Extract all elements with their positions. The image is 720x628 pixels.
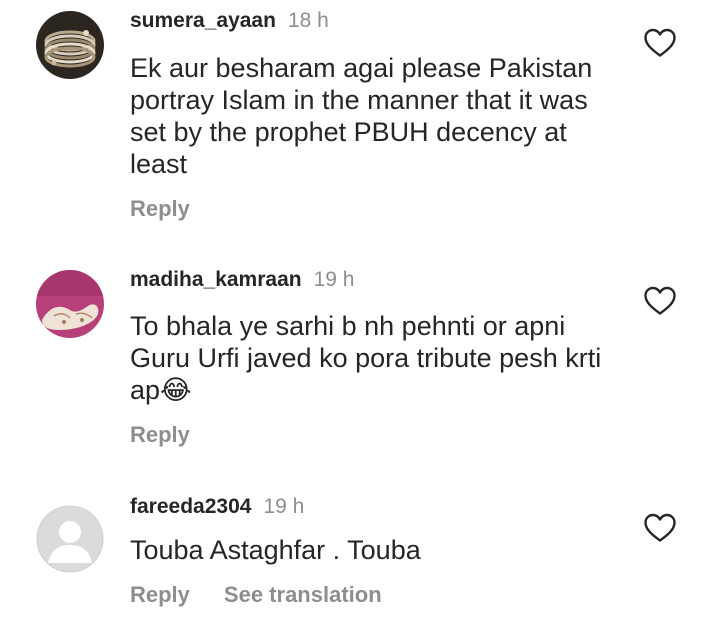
like-button[interactable]	[643, 286, 677, 316]
heart-outline-icon	[644, 513, 676, 542]
comment-actions: Reply	[130, 196, 190, 222]
henna-hands-avatar-icon	[36, 270, 104, 338]
timestamp: 19 h	[263, 495, 305, 518]
avatar[interactable]	[36, 505, 104, 573]
reply-button[interactable]: Reply	[130, 422, 190, 447]
heart-outline-icon	[644, 28, 676, 57]
username[interactable]: sumera_ayaan 18 h	[130, 9, 329, 33]
comment-text: To bhala ye sarhi b nh pehnti or apni Gu…	[130, 311, 602, 405]
avatar[interactable]	[36, 11, 104, 79]
username-text[interactable]: fareeda2304	[130, 495, 251, 518]
comment-text: Ek aur besharam agai please Pakistan por…	[130, 53, 593, 179]
username[interactable]: madiha_kamraan 19 h	[130, 268, 354, 292]
heart-outline-icon	[644, 286, 676, 315]
timestamp: 18 h	[287, 9, 329, 32]
like-button[interactable]	[643, 28, 677, 58]
default-avatar-icon	[36, 505, 104, 573]
see-translation-button[interactable]: See translation	[224, 582, 382, 607]
username[interactable]: fareeda2304 19 h	[130, 495, 304, 519]
username-text[interactable]: madiha_kamraan	[130, 268, 302, 291]
comment-actions: Reply See translation	[130, 582, 382, 608]
bangles-avatar-icon	[36, 11, 104, 79]
avatar[interactable]	[36, 270, 104, 338]
reply-button[interactable]: Reply	[130, 196, 190, 221]
reply-button[interactable]: Reply	[130, 582, 190, 607]
timestamp: 19 h	[313, 268, 355, 291]
username-text[interactable]: sumera_ayaan	[130, 9, 276, 32]
comment-text: Touba Astaghfar . Touba	[130, 535, 421, 565]
like-button[interactable]	[643, 513, 677, 543]
comment-actions: Reply	[130, 422, 190, 448]
